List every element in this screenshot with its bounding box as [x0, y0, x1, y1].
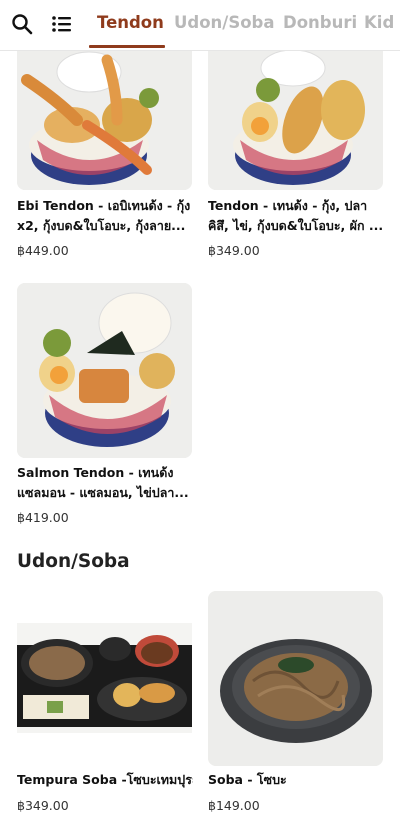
section-title-udon-soba: Udon/Soba — [17, 551, 130, 572]
food-photo — [17, 623, 192, 733]
tab-tendon[interactable]: Tendon — [97, 13, 164, 32]
item-price: ฿449.00 — [17, 243, 69, 258]
category-nav-bar: Tendon Udon/Soba Donburi Kid — [0, 0, 400, 51]
tab-donburi[interactable]: Donburi — [283, 13, 357, 32]
food-photo — [208, 591, 383, 766]
list-menu-icon[interactable] — [50, 12, 74, 36]
tab-udon-soba[interactable]: Udon/Soba — [174, 13, 274, 32]
item-name: Ebi Tendon - เอบิเทนด้ง - กุ้ง x2, กุ้งบ… — [17, 198, 191, 233]
food-photo — [17, 50, 192, 190]
active-tab-indicator — [89, 45, 165, 48]
tab-kid[interactable]: Kid — [364, 13, 394, 32]
item-name: Tendon - เทนด้ง - กุ้ง, ปลาคิสึ, ไข่, กุ… — [208, 198, 384, 233]
item-name: Tempura Soba -โซบะเทมปุระ — [17, 772, 193, 787]
item-price: ฿149.00 — [208, 798, 260, 813]
item-price: ฿419.00 — [17, 510, 69, 525]
item-name: Salmon Tendon - เทนด้ง แซลมอน - แซลมอน, … — [17, 465, 189, 500]
item-price: ฿349.00 — [17, 798, 69, 813]
food-photo — [208, 50, 383, 190]
search-icon[interactable] — [10, 12, 34, 36]
item-price: ฿349.00 — [208, 243, 260, 258]
item-name: Soba - โซบะ — [208, 772, 287, 787]
food-photo — [17, 283, 192, 458]
